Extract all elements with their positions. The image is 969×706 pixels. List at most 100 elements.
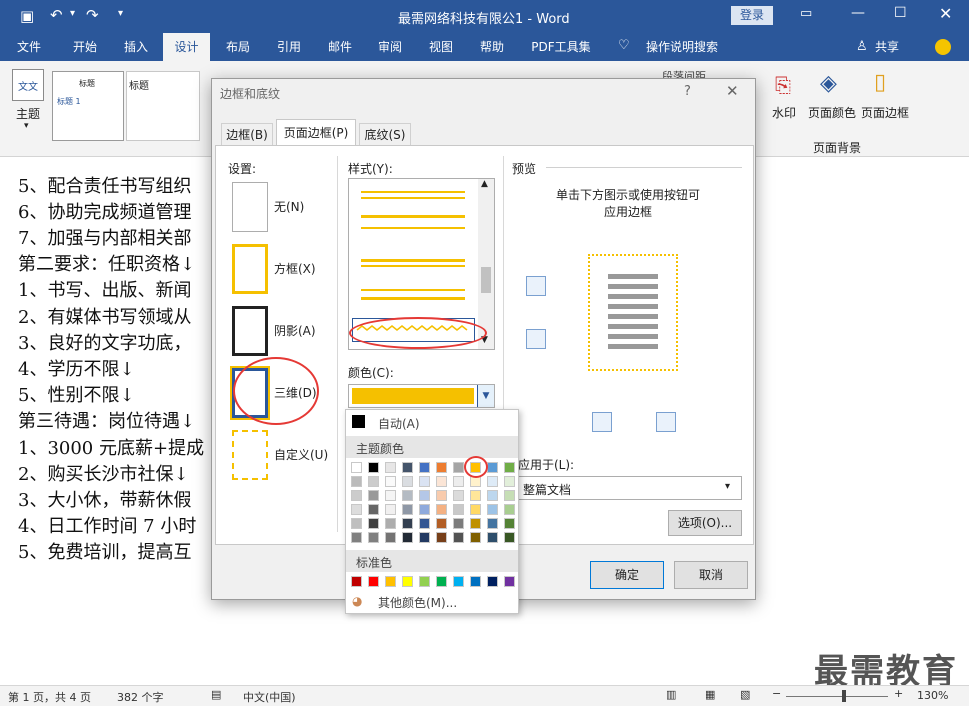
preview-page[interactable]	[588, 254, 678, 371]
watermark-button[interactable]: 水印	[772, 104, 796, 121]
color-swatch[interactable]	[351, 504, 362, 515]
color-swatch[interactable]	[419, 490, 430, 501]
tab-page-border[interactable]: 页面边框(P)	[276, 119, 356, 145]
share-button[interactable]: 共享	[870, 33, 904, 61]
tab-help[interactable]: 帮助	[469, 33, 515, 61]
color-swatch[interactable]	[504, 576, 515, 587]
color-swatch[interactable]	[487, 476, 498, 487]
maximize-icon[interactable]: ☐	[894, 5, 907, 21]
color-swatch[interactable]	[351, 490, 362, 501]
color-swatch[interactable]	[385, 462, 396, 473]
color-swatch[interactable]	[402, 490, 413, 501]
chevron-down-icon[interactable]: ▼	[477, 385, 494, 407]
color-swatch[interactable]	[487, 504, 498, 515]
style-option[interactable]	[361, 265, 465, 267]
undo-icon[interactable]: ↶	[50, 6, 63, 24]
close-icon[interactable]: ✕	[939, 4, 952, 23]
tab-mailings[interactable]: 邮件	[317, 33, 363, 61]
color-swatch[interactable]	[385, 490, 396, 501]
color-swatch[interactable]	[470, 504, 481, 515]
themes-button[interactable]: 主题	[16, 105, 40, 122]
setting-custom-icon[interactable]	[232, 430, 268, 480]
color-swatch[interactable]	[504, 462, 515, 473]
color-swatch[interactable]	[453, 476, 464, 487]
style-option[interactable]	[361, 197, 465, 199]
color-swatch[interactable]	[436, 504, 447, 515]
color-swatch[interactable]	[368, 518, 379, 529]
color-swatch[interactable]	[419, 576, 430, 587]
color-swatch[interactable]	[368, 504, 379, 515]
style-gallery-item[interactable]: 标题	[126, 71, 200, 141]
zoom-out-icon[interactable]: −	[772, 687, 781, 700]
bottom-border-button[interactable]	[526, 329, 546, 349]
close-icon[interactable]: ✕	[726, 82, 739, 100]
left-border-button[interactable]	[592, 412, 612, 432]
options-button[interactable]: 选项(O)...	[668, 510, 742, 536]
style-option[interactable]	[361, 289, 465, 291]
tab-pdf-tools[interactable]: PDF工具集	[522, 33, 600, 61]
color-swatch[interactable]	[504, 518, 515, 529]
color-swatch[interactable]	[385, 532, 396, 543]
minimize-icon[interactable]: —	[851, 5, 865, 21]
tab-file[interactable]: 文件	[4, 33, 54, 61]
color-swatch[interactable]	[402, 476, 413, 487]
color-swatch[interactable]	[487, 532, 498, 543]
tab-home[interactable]: 开始	[60, 33, 110, 61]
zoom-in-icon[interactable]: +	[894, 687, 903, 700]
color-swatch[interactable]	[436, 462, 447, 473]
page-color-button[interactable]: 页面颜色	[808, 104, 856, 121]
proofing-icon[interactable]: ▤	[211, 688, 221, 701]
login-button[interactable]: 登录	[731, 6, 773, 25]
ribbon-display-icon[interactable]: ▭	[800, 6, 812, 21]
style-option[interactable]	[361, 227, 465, 229]
color-swatch[interactable]	[453, 490, 464, 501]
color-swatch[interactable]	[436, 490, 447, 501]
color-swatch[interactable]	[419, 532, 430, 543]
color-swatch[interactable]	[504, 476, 515, 487]
setting-none-icon[interactable]	[232, 182, 268, 232]
save-icon[interactable]: ▣	[20, 7, 34, 25]
tab-shading[interactable]: 底纹(S)	[359, 123, 411, 145]
color-swatch[interactable]	[402, 532, 413, 543]
setting-box[interactable]: 方框(X)	[274, 260, 316, 277]
color-swatch[interactable]	[351, 576, 362, 587]
zoom-slider-thumb[interactable]	[842, 690, 846, 702]
language[interactable]: 中文(中国)	[243, 689, 296, 705]
color-swatch[interactable]	[402, 462, 413, 473]
style-option[interactable]	[361, 259, 465, 262]
color-swatch[interactable]	[470, 490, 481, 501]
color-swatch[interactable]	[351, 476, 362, 487]
right-border-button[interactable]	[656, 412, 676, 432]
color-swatch[interactable]	[385, 518, 396, 529]
color-swatch[interactable]	[402, 504, 413, 515]
color-swatch[interactable]	[351, 532, 362, 543]
color-swatch[interactable]	[436, 476, 447, 487]
color-swatch[interactable]	[504, 490, 515, 501]
color-swatch[interactable]	[351, 518, 362, 529]
style-scrollbar[interactable]: ▲ ▼	[478, 179, 494, 349]
color-swatch[interactable]	[453, 462, 464, 473]
setting-shadow-icon[interactable]	[232, 306, 268, 356]
color-swatch[interactable]	[453, 532, 464, 543]
chevron-down-icon[interactable]: ▾	[725, 481, 730, 492]
auto-color-swatch[interactable]	[352, 415, 365, 428]
style-option[interactable]	[361, 215, 465, 218]
redo-icon[interactable]: ↷	[86, 6, 99, 24]
smiley-icon[interactable]	[935, 39, 951, 55]
style-gallery-item[interactable]: 标题 标题 1	[52, 71, 124, 141]
setting-box-icon[interactable]	[232, 244, 268, 294]
scroll-thumb[interactable]	[481, 267, 491, 293]
style-option[interactable]	[361, 297, 465, 300]
tab-review[interactable]: 审阅	[367, 33, 413, 61]
auto-color-option[interactable]: 自动(A)	[378, 415, 420, 432]
color-swatch[interactable]	[402, 576, 413, 587]
color-swatch[interactable]	[368, 476, 379, 487]
setting-custom[interactable]: 自定义(U)	[274, 446, 328, 463]
ok-button[interactable]: 确定	[590, 561, 664, 589]
tab-design[interactable]: 设计	[163, 33, 210, 61]
color-swatch[interactable]	[385, 476, 396, 487]
tab-layout[interactable]: 布局	[214, 33, 262, 61]
customize-toolbar-icon[interactable]: ▾	[118, 8, 123, 19]
cancel-button[interactable]: 取消	[674, 561, 748, 589]
color-swatch[interactable]	[368, 490, 379, 501]
